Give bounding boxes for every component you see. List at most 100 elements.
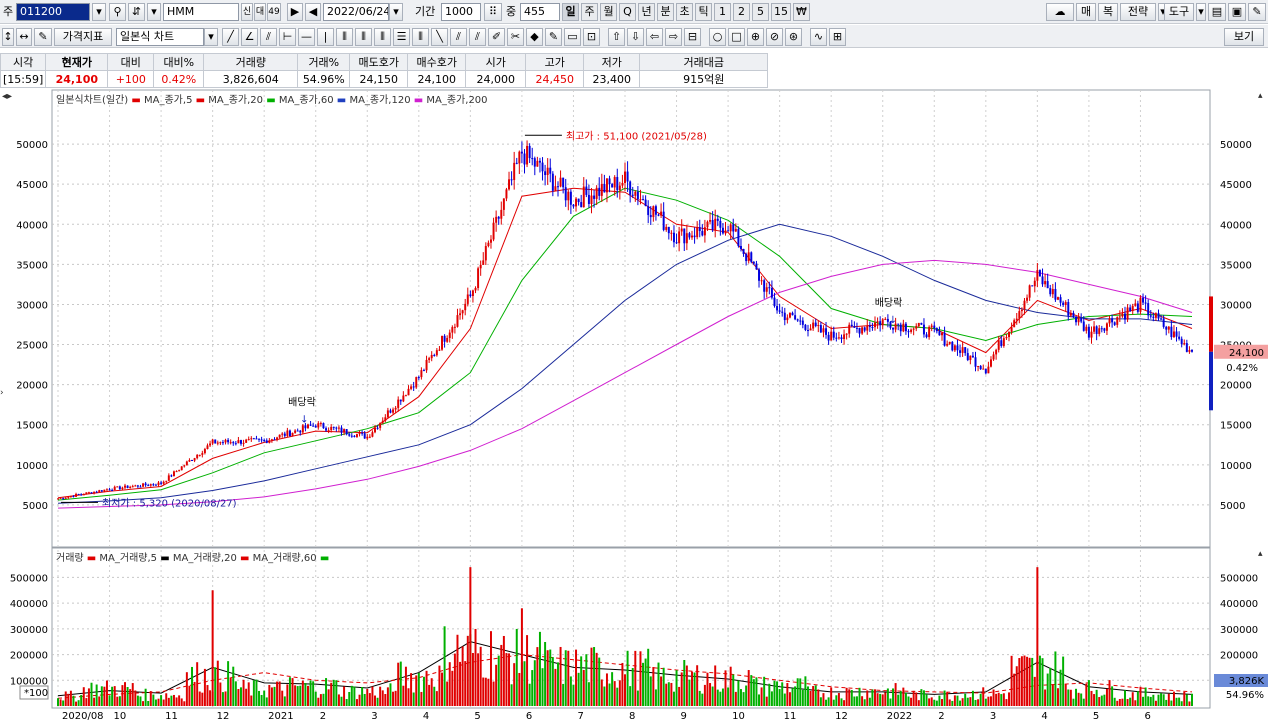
candle <box>317 423 320 428</box>
volume-bar <box>374 695 376 706</box>
volume-bar <box>1077 692 1080 706</box>
volume-bar <box>404 666 407 706</box>
candle <box>930 325 933 327</box>
candle <box>822 328 825 333</box>
volume-bar <box>959 700 962 706</box>
candle <box>984 368 987 374</box>
price-tick-right-1: 10000 <box>1220 461 1252 472</box>
volume-bar <box>680 672 683 706</box>
volume-bar <box>979 693 982 706</box>
volume-bar <box>1013 673 1016 706</box>
candle <box>242 442 245 444</box>
volume-bar <box>861 696 864 706</box>
volume-bar <box>665 683 668 706</box>
volume-bar <box>142 701 145 706</box>
volume-bar <box>448 662 451 706</box>
volume-bar <box>268 684 271 706</box>
volume-bar <box>943 690 946 706</box>
side-expand-icon[interactable]: › <box>0 388 4 398</box>
volume-bar <box>672 691 675 706</box>
candle <box>832 331 835 338</box>
low-annotation: 최저가 : 5,320 (2020/08/27) <box>102 497 237 509</box>
volume-bar <box>299 685 302 706</box>
volume-bar <box>1049 667 1052 706</box>
candle <box>742 248 745 254</box>
candle <box>288 430 291 437</box>
candle <box>402 395 405 402</box>
candle <box>62 497 65 499</box>
volume-bar <box>1033 676 1036 706</box>
volume-bar <box>830 687 833 706</box>
volume-bar <box>1126 699 1129 706</box>
candle <box>693 235 696 238</box>
chart-canvas[interactable]: 5000 500010000 1000015000 1500020000 2000025… <box>0 0 1268 722</box>
candle <box>948 341 951 344</box>
volume-bar <box>412 692 415 706</box>
candle <box>386 410 389 418</box>
candle <box>897 323 900 325</box>
candle <box>497 216 500 219</box>
candle <box>794 315 797 320</box>
volume-bar <box>843 700 846 706</box>
volume-bar <box>763 676 766 706</box>
x-tick-10: 7 <box>577 711 583 722</box>
price-panel-frame <box>51 89 1211 548</box>
candle <box>642 199 645 201</box>
candle <box>706 221 709 228</box>
candle <box>245 439 248 443</box>
candle <box>392 409 395 413</box>
volume-bar <box>502 635 505 706</box>
candle <box>1046 281 1049 289</box>
candle <box>294 430 297 433</box>
volume-bar <box>425 670 428 706</box>
candle <box>861 327 864 334</box>
volume-bar <box>809 690 812 706</box>
volume-bar <box>618 680 621 706</box>
candle <box>737 228 740 246</box>
volume-bar <box>175 697 178 706</box>
candle <box>1000 340 1003 346</box>
volume-bar <box>549 649 552 706</box>
price-tick-right-8: 45000 <box>1220 180 1252 191</box>
volume-bar <box>121 685 124 706</box>
volume-bar <box>706 672 709 706</box>
scroll-up-volume-icon[interactable]: ▴ <box>1258 549 1263 559</box>
x-tick-1: 10 <box>114 711 127 722</box>
volume-bar <box>134 690 137 706</box>
volume-bar <box>585 654 588 706</box>
dividend-annotation-1: 배당락 <box>288 396 316 408</box>
legend-swatch-0: ▬ <box>83 553 100 564</box>
candle <box>541 162 544 172</box>
volume-bar <box>260 694 263 706</box>
candle <box>178 470 181 472</box>
candle <box>75 493 78 497</box>
volume-bar <box>1139 686 1142 706</box>
dividend-arrow-2: ↓ <box>889 315 897 326</box>
volume-bar <box>613 681 616 706</box>
volume-bar <box>1098 697 1101 706</box>
candle <box>1147 303 1150 316</box>
candle <box>760 280 763 282</box>
volume-bar <box>201 692 204 706</box>
candle <box>77 493 80 495</box>
candle <box>721 227 724 234</box>
candle <box>979 365 982 370</box>
collapse-icon[interactable]: ◂▸ <box>2 91 12 102</box>
volume-bar <box>984 698 987 706</box>
candle <box>255 438 258 440</box>
scroll-up-icon[interactable]: ▴ <box>1258 91 1263 101</box>
candle <box>85 492 88 495</box>
candle <box>82 494 85 496</box>
volume-bar <box>941 699 943 706</box>
volume-bar <box>642 662 645 706</box>
candle <box>477 268 480 288</box>
volume-bar <box>438 665 441 706</box>
volume-bar <box>776 681 779 706</box>
volume-bar <box>348 691 351 706</box>
candle <box>227 439 230 443</box>
candle <box>786 317 789 321</box>
candle <box>569 191 572 205</box>
volume-bar <box>508 653 511 706</box>
volume-bar <box>1000 694 1003 706</box>
volume-bar <box>863 699 866 706</box>
